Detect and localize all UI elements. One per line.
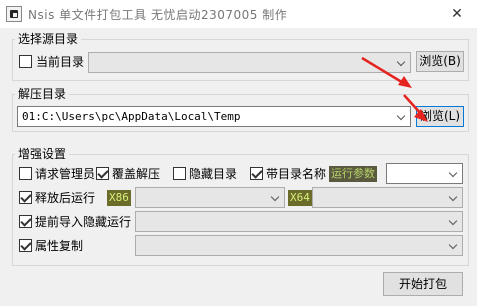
run-params-tag: 运行参数 (329, 166, 377, 182)
with-dir-name-checkbox[interactable] (250, 167, 263, 180)
with-dir-name-label: 带目录名称 (266, 167, 327, 181)
source-dir-group-title: 选择源目录 (15, 32, 82, 46)
x64-combo[interactable] (312, 187, 463, 208)
x64-tag: X64 (288, 190, 312, 206)
title-bar: Nsis 单文件打包工具 无忧启动2307005 制作 ✕ (0, 0, 477, 28)
browse-extract-button[interactable]: 浏览(L) (416, 106, 464, 127)
start-pack-button[interactable]: 开始打包 (383, 272, 463, 296)
extract-dir-group-title: 解压目录 (15, 87, 70, 101)
chevron-down-icon[interactable] (268, 188, 284, 207)
chevron-down-icon[interactable] (446, 212, 462, 231)
hide-dir-label: 隐藏目录 (189, 167, 238, 181)
run-after-release-label: 释放后运行 (35, 191, 96, 205)
browse-source-button[interactable]: 浏览(B) (416, 51, 464, 72)
copy-attributes-label: 属性复制 (35, 239, 84, 253)
chevron-down-icon[interactable] (446, 164, 462, 183)
source-dir-combo[interactable] (88, 52, 411, 73)
copy-attributes-checkbox[interactable] (19, 239, 32, 252)
extract-dir-combo[interactable]: 01:C:\Users\pc\AppData\Local\Temp (17, 106, 411, 127)
request-admin-checkbox[interactable] (19, 167, 32, 180)
request-admin-label: 请求管理员 (35, 167, 96, 181)
enhance-settings-group-title: 增强设置 (15, 147, 70, 161)
chevron-down-icon[interactable] (394, 53, 410, 72)
chevron-down-icon[interactable] (446, 236, 462, 255)
pre-import-combo[interactable] (135, 211, 463, 232)
x86-combo[interactable] (135, 187, 285, 208)
overwrite-extract-checkbox[interactable] (96, 167, 109, 180)
x86-tag: X86 (107, 190, 131, 206)
current-dir-label: 当前目录 (36, 55, 85, 69)
chevron-down-icon[interactable] (394, 107, 410, 126)
chevron-down-icon[interactable] (446, 188, 462, 207)
overwrite-extract-label: 覆盖解压 (112, 167, 161, 181)
main-panel: 选择源目录 当前目录 浏览(B) 解压目录 01:C:\Users\pc\App… (0, 28, 477, 306)
run-after-release-checkbox[interactable] (19, 191, 32, 204)
run-params-combo[interactable] (386, 163, 463, 184)
pre-import-hidden-run-checkbox[interactable] (19, 215, 32, 228)
copy-attributes-combo[interactable] (135, 235, 463, 256)
extract-dir-value: 01:C:\Users\pc\AppData\Local\Temp (22, 110, 241, 123)
pre-import-hidden-run-label: 提前导入隐藏运行 (35, 215, 132, 229)
current-dir-checkbox[interactable] (19, 55, 32, 68)
close-button[interactable]: ✕ (437, 0, 477, 28)
window-title: Nsis 单文件打包工具 无忧启动2307005 制作 (28, 8, 288, 22)
app-icon (6, 6, 22, 22)
hide-dir-checkbox[interactable] (173, 167, 186, 180)
